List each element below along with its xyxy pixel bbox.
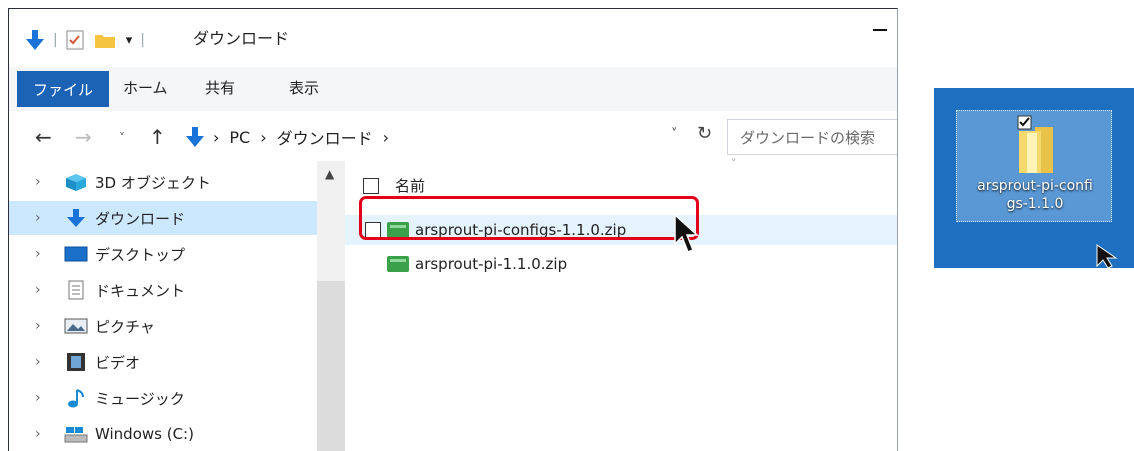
chevron-right-icon[interactable]: › bbox=[35, 246, 63, 262]
scrollbar-thumb[interactable] bbox=[317, 281, 345, 451]
breadcrumb-separator-icon[interactable]: › bbox=[213, 128, 219, 147]
mouse-cursor-icon bbox=[674, 214, 699, 253]
breadcrumb-downloads[interactable]: ダウンロード bbox=[277, 125, 373, 149]
chevron-right-icon[interactable]: › bbox=[35, 174, 63, 190]
chevron-right-icon[interactable]: › bbox=[35, 354, 63, 370]
sidebar-item-label: ミュージック bbox=[95, 389, 185, 408]
tab-view[interactable]: 表示 bbox=[289, 77, 319, 98]
highlight-box bbox=[359, 196, 699, 240]
back-arrow-icon[interactable]: ← bbox=[35, 125, 52, 149]
sidebar-item-label: ダウンロード bbox=[95, 209, 186, 228]
sidebar-item-3d-objects[interactable]: › 3D オブジェクト bbox=[9, 165, 319, 199]
ribbon: ファイル ホーム 共有 表示 bbox=[9, 67, 897, 112]
new-folder-icon[interactable] bbox=[94, 31, 116, 49]
select-all-checkbox[interactable] bbox=[363, 177, 379, 194]
title-bar: | ▾ | ダウンロード bbox=[9, 9, 897, 67]
address-dropdown-icon[interactable]: ˅ bbox=[671, 127, 678, 142]
video-icon bbox=[67, 353, 85, 371]
folder-icon bbox=[1017, 115, 1053, 173]
minimize-button[interactable] bbox=[873, 29, 887, 31]
recent-locations-icon[interactable]: ˅ bbox=[119, 131, 125, 145]
chevron-right-icon[interactable]: › bbox=[35, 426, 63, 442]
sidebar-item-label: ピクチャ bbox=[95, 317, 155, 336]
scroll-up-icon[interactable]: ▲ bbox=[325, 167, 334, 181]
breadcrumb: › PC › ダウンロード › bbox=[185, 125, 399, 149]
refresh-icon[interactable]: ↻ bbox=[697, 123, 712, 144]
tab-share[interactable]: 共有 bbox=[205, 77, 235, 98]
sidebar-item-label: ビデオ bbox=[95, 353, 141, 372]
sidebar-item-downloads[interactable]: › ダウンロード bbox=[9, 201, 319, 235]
properties-icon[interactable] bbox=[66, 30, 84, 50]
desktop-label-line2: gs-1.1.0 bbox=[1006, 196, 1064, 212]
navigation-pane: › 3D オブジェクト › ダウンロード › デスクトップ › ドキュメント ›… bbox=[9, 161, 345, 451]
desktop-icon bbox=[64, 246, 88, 262]
breadcrumb-separator-icon[interactable]: › bbox=[260, 128, 266, 147]
list-item[interactable]: arsprout-pi-1.1.0.zip bbox=[345, 249, 897, 279]
desktop-file-icon[interactable]: arsprout-pi-confi gs-1.1.0 bbox=[956, 110, 1112, 222]
sidebar-item-music[interactable]: › ミュージック bbox=[9, 381, 319, 415]
chevron-right-icon[interactable]: › bbox=[35, 282, 63, 298]
sidebar-item-windows-c[interactable]: › Windows (C:) bbox=[9, 417, 319, 451]
nav-scrollbar[interactable]: ▲ bbox=[317, 161, 345, 451]
breadcrumb-separator-icon[interactable]: › bbox=[383, 128, 389, 147]
window-title: ダウンロード bbox=[193, 29, 290, 48]
quick-access-toolbar: | ▾ | bbox=[25, 28, 153, 52]
tab-home[interactable]: ホーム bbox=[123, 77, 168, 98]
sidebar-item-label: 3D オブジェクト bbox=[95, 173, 211, 192]
pictures-icon bbox=[64, 318, 88, 334]
download-arrow-icon bbox=[186, 127, 204, 147]
sidebar-item-pictures[interactable]: › ピクチャ bbox=[9, 309, 319, 343]
sidebar-item-label: Windows (C:) bbox=[95, 425, 194, 443]
sidebar-item-videos[interactable]: › ビデオ bbox=[9, 345, 319, 379]
file-name: arsprout-pi-1.1.0.zip bbox=[415, 255, 568, 273]
download-arrow-icon bbox=[67, 209, 85, 227]
chevron-right-icon[interactable]: › bbox=[35, 210, 63, 226]
download-arrow-icon[interactable] bbox=[25, 29, 45, 51]
chevron-right-icon[interactable]: › bbox=[35, 318, 63, 334]
chevron-right-icon[interactable]: › bbox=[35, 390, 63, 406]
forward-arrow-icon[interactable]: → bbox=[75, 125, 92, 149]
tab-file[interactable]: ファイル bbox=[17, 71, 109, 107]
zip-folder-icon bbox=[387, 256, 409, 272]
customize-toolbar-icon[interactable]: ▾ bbox=[126, 33, 133, 48]
breadcrumb-pc[interactable]: PC bbox=[229, 128, 250, 147]
desktop-area: arsprout-pi-confi gs-1.1.0 bbox=[934, 88, 1134, 268]
mouse-cursor-icon bbox=[1096, 244, 1118, 268]
column-header-name[interactable]: 名前 bbox=[395, 175, 425, 196]
search-input[interactable]: ダウンロードの検索 bbox=[727, 119, 897, 155]
music-icon bbox=[68, 389, 84, 408]
sidebar-item-label: デスクトップ bbox=[95, 245, 186, 264]
address-bar: ← → ˅ ↑ › PC › ダウンロード › ˅ ↻ ダウンロードの検索 bbox=[9, 111, 897, 161]
up-arrow-icon[interactable]: ↑ bbox=[149, 125, 166, 149]
sidebar-item-desktop[interactable]: › デスクトップ bbox=[9, 237, 319, 271]
desktop-label-line1: arsprout-pi-confi bbox=[977, 178, 1093, 194]
desktop-icon-label: arsprout-pi-confi gs-1.1.0 bbox=[957, 177, 1113, 213]
document-icon bbox=[68, 280, 84, 300]
drive-icon bbox=[64, 427, 88, 443]
sidebar-item-label: ドキュメント bbox=[95, 281, 186, 300]
3d-objects-icon bbox=[66, 174, 86, 191]
column-header[interactable]: 名前 bbox=[363, 175, 425, 196]
sidebar-item-documents[interactable]: › ドキュメント bbox=[9, 273, 319, 307]
